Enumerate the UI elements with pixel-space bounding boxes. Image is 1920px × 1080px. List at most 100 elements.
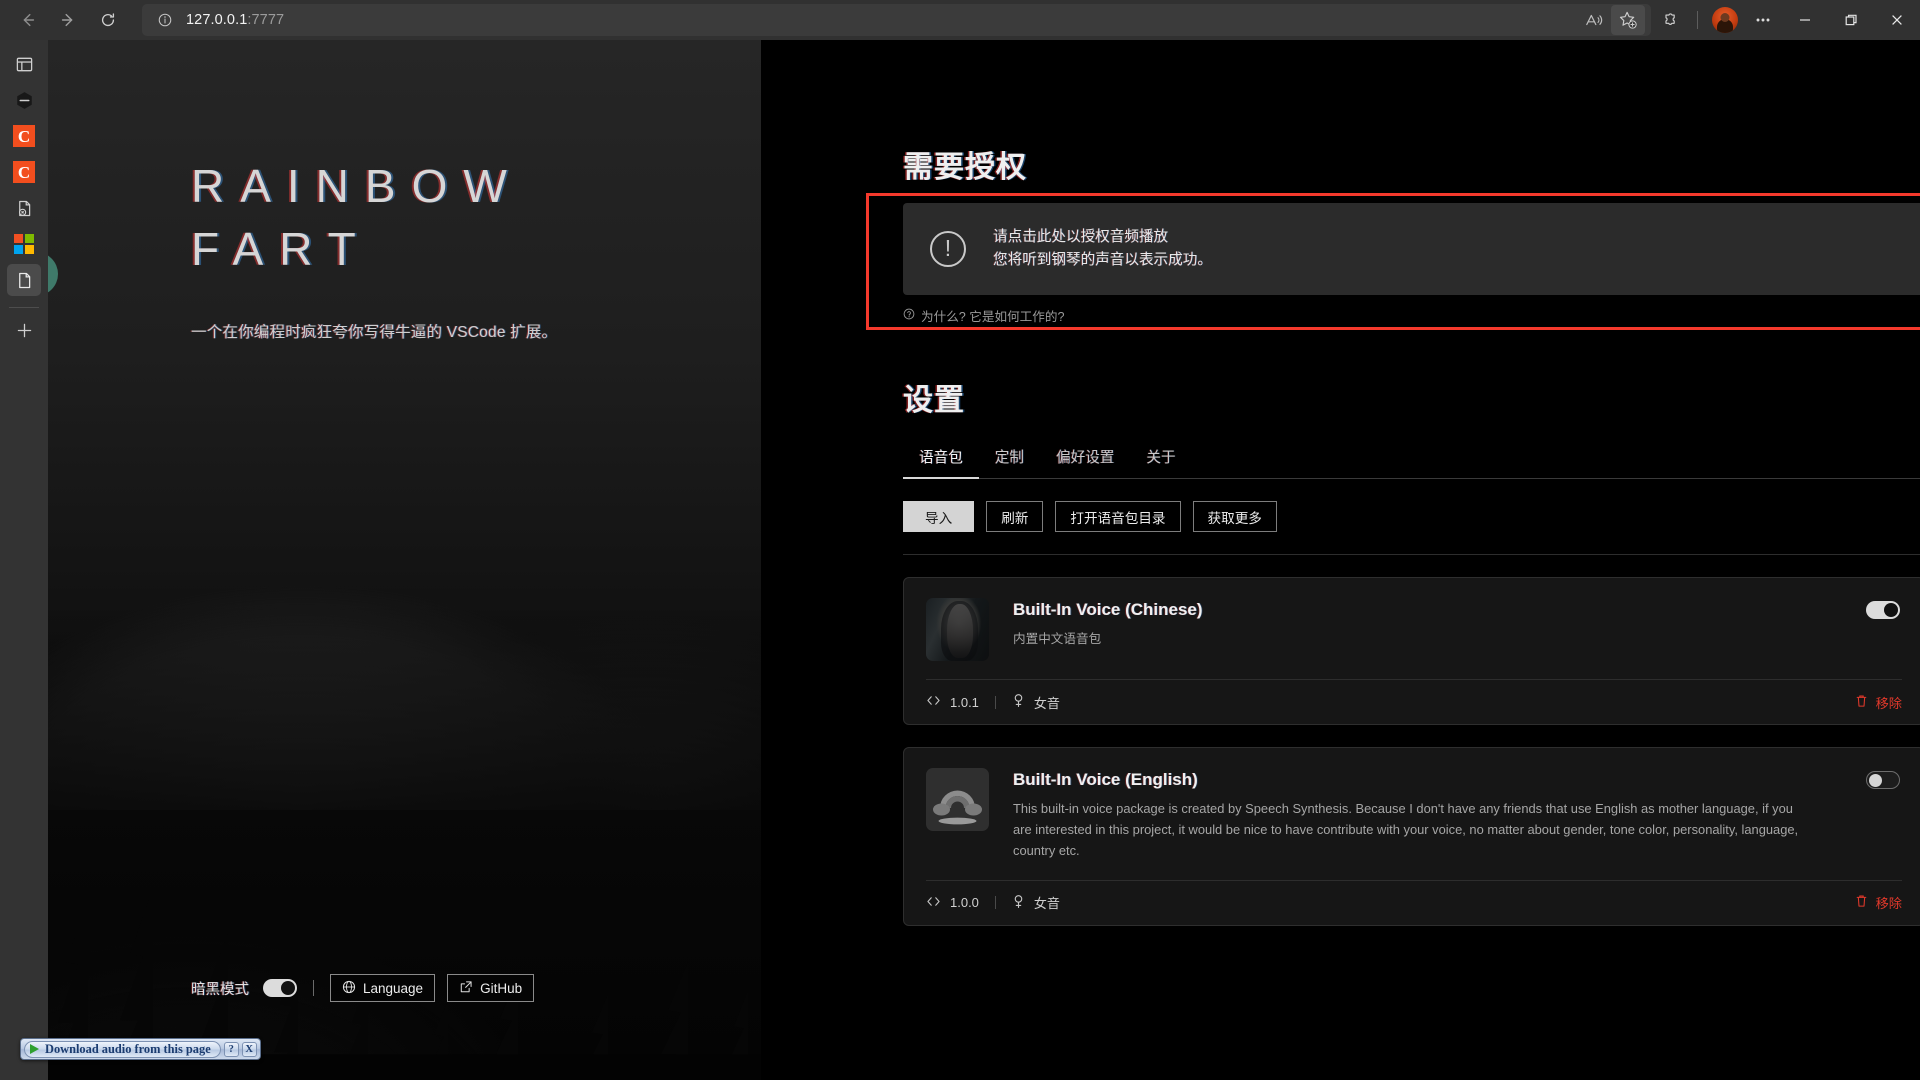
site-info-icon[interactable] — [154, 9, 176, 31]
voice-pack-actions: 导入 刷新 打开语音包目录 获取更多 — [903, 501, 1920, 555]
github-button-label: GitHub — [480, 980, 523, 996]
vscode-window: C C RAINBOW FART 一个在你编程时疯狂夸你写得牛逼的 VSCode… — [0, 40, 1920, 1080]
globe-icon — [342, 980, 363, 997]
add-favorite-star-icon[interactable] — [1611, 5, 1645, 35]
hero-footer-controls: 暗黑模式 Language GitHub — [191, 974, 546, 1002]
brand-subtitle: 一个在你编程时疯狂夸你写得牛逼的 VSCode 扩展。 — [191, 323, 558, 341]
exclamation-circle-icon: ! — [930, 231, 966, 267]
download-audio-widget[interactable]: Download audio from this page ? X — [20, 1038, 261, 1060]
tab-voice-packs[interactable]: 语音包 — [903, 446, 979, 479]
github-button[interactable]: GitHub — [447, 974, 535, 1002]
footer-divider — [313, 980, 314, 996]
voice-pack-remove-button[interactable]: 移除 — [1855, 693, 1902, 712]
extensions-puzzle-icon[interactable] — [1651, 4, 1689, 36]
authorization-heading: 需要授权 — [903, 151, 1027, 184]
voice-pack-footer: 1.0.1 女音 移除 — [926, 679, 1902, 724]
settings-panel: 需要授权 ! 请点击此处以授权音频播放 您将听到钢琴的声音以表示成功。 为什么?… — [761, 40, 1920, 1080]
c-badge-label: C — [13, 125, 35, 147]
navigation-buttons — [0, 4, 128, 36]
footer-divider — [994, 896, 996, 910]
voice-pack-gender: 女音 — [1012, 893, 1060, 912]
download-widget-help-button[interactable]: ? — [223, 1041, 239, 1057]
footer-divider — [994, 695, 996, 709]
activity-bar-divider — [9, 307, 39, 308]
dark-mode-label: 暗黑模式 — [191, 981, 249, 998]
play-triangle-icon — [30, 1044, 39, 1054]
restore-icon[interactable] — [1828, 0, 1874, 40]
brand-title-line-1: RAINBOW — [191, 160, 523, 212]
more-options-ellipsis-icon[interactable] — [1744, 4, 1782, 36]
voice-pack-gender-label: 女音 — [1033, 896, 1060, 912]
trash-icon — [1855, 894, 1876, 911]
external-link-icon — [459, 980, 480, 997]
c-badge-icon-1[interactable]: C — [0, 118, 48, 154]
voice-pack-remove-button[interactable]: 移除 — [1855, 893, 1902, 912]
profile-avatar[interactable] — [1712, 7, 1738, 33]
url-text: 127.0.0.1:7777 — [186, 12, 285, 28]
voice-pack-description: 内置中文语音包 — [1013, 632, 1102, 646]
browser-actions — [1651, 0, 1920, 40]
authorization-why-label: 为什么? 它是如何工作的? — [921, 310, 1065, 324]
language-button-label: Language — [363, 980, 424, 996]
get-more-button[interactable]: 获取更多 — [1192, 501, 1277, 532]
open-voice-pack-directory-button[interactable]: 打开语音包目录 — [1055, 501, 1181, 532]
close-icon[interactable] — [1874, 0, 1920, 40]
read-aloud-icon[interactable] — [1577, 5, 1611, 35]
microsoft-grid-icon[interactable] — [0, 226, 48, 262]
tab-preferences[interactable]: 偏好设置 — [1040, 446, 1130, 478]
tab-about[interactable]: 关于 — [1130, 446, 1191, 478]
voice-pack-title: Built-In Voice (Chinese) — [1013, 600, 1203, 619]
forward-arrow-icon[interactable] — [48, 4, 88, 36]
download-widget-close-button[interactable]: X — [241, 1041, 257, 1057]
authorization-line-2: 您将听到钢琴的声音以表示成功。 — [993, 252, 1212, 268]
hero-forest-silhouette — [48, 601, 761, 1080]
minimize-icon[interactable] — [1782, 0, 1828, 40]
address-bar[interactable]: 127.0.0.1:7777 — [142, 4, 1651, 36]
voice-pack-version-label: 1.0.0 — [950, 895, 979, 911]
authorization-notice[interactable]: ! 请点击此处以授权音频播放 您将听到钢琴的声音以表示成功。 — [903, 203, 1920, 295]
hero-panel: RAINBOW FART 一个在你编程时疯狂夸你写得牛逼的 VSCode 扩展。… — [48, 40, 761, 1080]
settings-tabs: 语音包 定制 偏好设置 关于 — [903, 446, 1920, 479]
voice-pack-description: This built-in voice package is created b… — [1013, 801, 1799, 858]
rainbow-cloud-logo-thumbnail — [926, 768, 989, 831]
tab-customize[interactable]: 定制 — [979, 446, 1040, 478]
download-audio-label: Download audio from this page — [45, 1041, 211, 1056]
c-badge-icon-2[interactable]: C — [0, 154, 48, 190]
download-audio-button[interactable]: Download audio from this page — [24, 1040, 221, 1058]
page-content: RAINBOW FART 一个在你编程时疯狂夸你写得牛逼的 VSCode 扩展。… — [48, 40, 1920, 1080]
browser-toolbar: 127.0.0.1:7777 — [0, 0, 1920, 40]
window-controls — [1782, 0, 1920, 40]
voice-pack-version: 1.0.1 — [926, 694, 979, 710]
female-symbol-icon — [1012, 894, 1034, 912]
female-symbol-icon — [1012, 693, 1034, 711]
portrait-photo-thumbnail — [926, 598, 989, 661]
voice-pack-card: Built-In Voice (Chinese) 内置中文语音包 1.0.1 女… — [903, 577, 1920, 725]
voice-pack-version-label: 1.0.1 — [950, 694, 979, 710]
add-plus-icon[interactable] — [0, 312, 48, 348]
voice-pack-remove-label: 移除 — [1875, 896, 1902, 912]
import-button[interactable]: 导入 — [903, 501, 975, 532]
authorization-section: ! 请点击此处以授权音频播放 您将听到钢琴的声音以表示成功。 为什么? 它是如何… — [866, 193, 1920, 330]
voice-pack-footer: 1.0.0 女音 移除 — [926, 879, 1902, 925]
voice-pack-enable-toggle[interactable] — [1866, 601, 1900, 619]
file-error-icon[interactable] — [0, 190, 48, 226]
question-circle-icon — [903, 308, 921, 323]
layout-panel-icon[interactable] — [0, 46, 48, 82]
back-arrow-icon[interactable] — [8, 4, 48, 36]
authorization-text: 请点击此处以授权音频播放 您将听到钢琴的声音以表示成功。 — [993, 226, 1212, 271]
c-badge-label: C — [13, 161, 35, 183]
voice-pack-enable-toggle[interactable] — [1866, 771, 1900, 789]
settings-section: 设置 语音包 定制 偏好设置 关于 导入 刷新 打开语音包目录 获取更多 Bui… — [903, 375, 1920, 926]
refresh-button[interactable]: 刷新 — [986, 501, 1044, 532]
code-brackets-icon — [926, 694, 950, 710]
authorization-why-link[interactable]: 为什么? 它是如何工作的? — [903, 306, 1920, 325]
address-bar-actions — [1577, 5, 1645, 35]
voice-pack-card: Built-In Voice (English) This built-in v… — [903, 747, 1920, 926]
language-button[interactable]: Language — [330, 974, 436, 1002]
dark-mode-toggle[interactable] — [263, 979, 297, 997]
block-hexagon-icon[interactable] — [0, 82, 48, 118]
document-icon[interactable] — [0, 262, 48, 298]
reload-icon[interactable] — [88, 4, 128, 36]
trash-icon — [1855, 694, 1876, 711]
voice-pack-gender-label: 女音 — [1033, 695, 1060, 711]
